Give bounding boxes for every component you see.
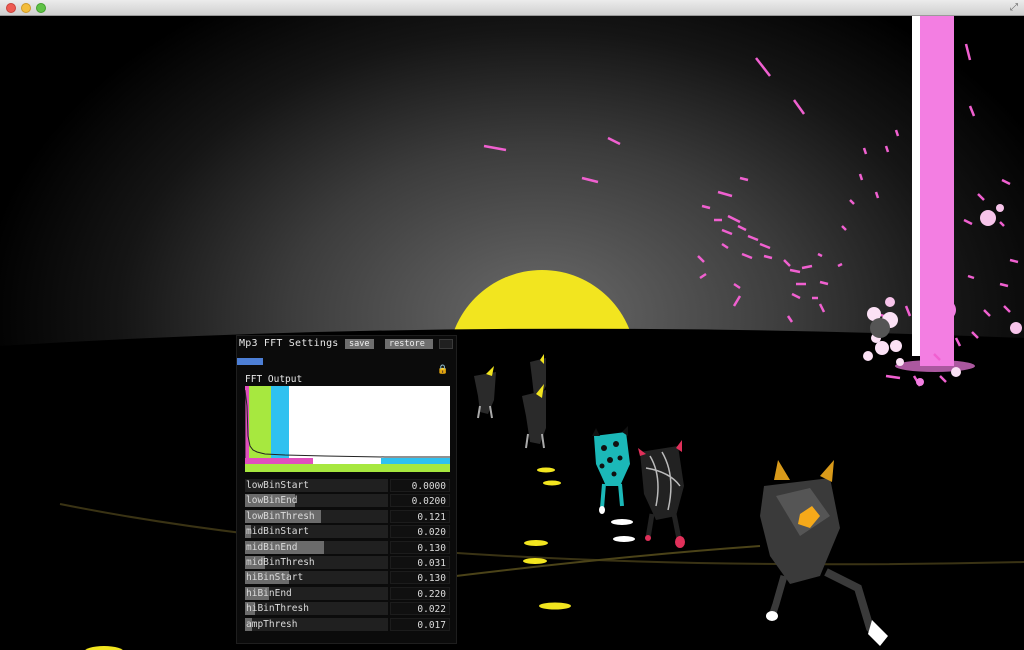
collapse-toggle[interactable] — [237, 358, 263, 365]
ground-plane — [0, 328, 1024, 650]
hi-band-bar — [381, 458, 450, 464]
close-button[interactable] — [6, 3, 16, 13]
slider-value: 0.220 — [417, 588, 446, 600]
fullscreen-icon[interactable]: ⤢ — [1010, 2, 1018, 13]
slider-track[interactable]: lowBinThresh — [245, 509, 388, 523]
slider-track[interactable]: hiBinStart — [245, 571, 388, 585]
beam-base — [895, 360, 975, 372]
slider-value: 0.020 — [417, 527, 446, 539]
slider-value: 0.121 — [417, 511, 446, 523]
fft-output-label: FFT Output — [245, 374, 303, 385]
slider-label: lowBinThresh — [246, 510, 315, 522]
slider-label: lowBinEnd — [246, 495, 298, 507]
slider-midBinEnd[interactable]: midBinEnd 0.130 — [245, 540, 450, 554]
slider-hiBinStart[interactable]: hiBinStart 0.130 — [245, 571, 450, 585]
slider-value-field[interactable]: 0.130 — [390, 540, 450, 554]
zoom-button[interactable] — [36, 3, 46, 13]
low-band-bar — [245, 458, 313, 464]
restore-button[interactable]: restore — [385, 339, 433, 349]
3d-scene-viewport[interactable] — [0, 16, 1024, 650]
slider-label: hiBinStart — [246, 572, 304, 584]
light-beam-core — [912, 16, 920, 356]
slider-track[interactable]: midBinEnd — [245, 540, 388, 554]
slider-value: 0.130 — [417, 573, 446, 585]
slider-value-field[interactable]: 0.220 — [390, 586, 450, 600]
slider-label: midBinEnd — [246, 541, 298, 553]
slider-value-field[interactable]: 0.017 — [390, 617, 450, 631]
fft-output-graph — [245, 386, 450, 472]
slider-lowBinEnd[interactable]: lowBinEnd 0.0200 — [245, 494, 450, 508]
slider-track[interactable]: lowBinEnd — [245, 494, 388, 508]
slider-value-field[interactable]: 0.020 — [390, 525, 450, 539]
slider-lowBinStart[interactable]: lowBinStart 0.0000 — [245, 479, 450, 492]
slider-label: midBinStart — [246, 526, 309, 538]
slider-value-field[interactable]: 0.031 — [390, 556, 450, 569]
slider-value-field[interactable]: 0.121 — [390, 509, 450, 523]
slider-track[interactable]: hiBinEnd — [245, 586, 388, 600]
slider-midBinStart[interactable]: midBinStart 0.020 — [245, 525, 450, 539]
ground-marker-white — [611, 519, 633, 525]
mid-band-bar — [245, 464, 450, 472]
slider-track[interactable]: hiBinThresh — [245, 602, 388, 616]
slider-value-field[interactable]: 0.130 — [390, 571, 450, 585]
slider-track[interactable]: midBinStart — [245, 525, 388, 539]
scene-artwork — [0, 16, 1024, 650]
slider-value: 0.022 — [417, 604, 446, 616]
slider-track[interactable]: lowBinStart — [245, 479, 388, 492]
slider-lowBinThresh[interactable]: lowBinThresh 0.121 — [245, 509, 450, 523]
slider-ampThresh[interactable]: ampThresh 0.017 — [245, 617, 450, 631]
slider-track[interactable]: ampThresh — [245, 617, 388, 631]
slider-midBinThresh[interactable]: midBinThresh 0.031 — [245, 556, 450, 569]
panel-header: Mp3 FFT Settings save restore — [237, 336, 456, 352]
slider-label: midBinThresh — [246, 557, 315, 568]
slider-value-field[interactable]: 0.0200 — [390, 494, 450, 508]
slider-value: 0.031 — [417, 558, 446, 569]
ground-marker-white — [613, 536, 635, 542]
minimize-panel-button[interactable] — [439, 339, 453, 349]
slider-value-field[interactable]: 0.0000 — [390, 479, 450, 492]
slider-hiBinEnd[interactable]: hiBinEnd 0.220 — [245, 586, 450, 600]
panel-title: Mp3 FFT Settings — [239, 338, 339, 349]
slider-label: hiBinEnd — [246, 587, 292, 599]
slider-value-field[interactable]: 0.022 — [390, 602, 450, 616]
lock-icon[interactable]: 🔒 — [437, 365, 448, 375]
slider-track[interactable]: midBinThresh — [245, 556, 388, 569]
slider-label: ampThresh — [246, 618, 298, 630]
minimize-button[interactable] — [21, 3, 31, 13]
window-titlebar: ⤢ — [0, 0, 1024, 16]
slider-label: hiBinThresh — [246, 603, 309, 615]
slider-value: 0.0200 — [411, 496, 446, 508]
slider-hiBinThresh[interactable]: hiBinThresh 0.022 — [245, 602, 450, 616]
fft-settings-panel: Mp3 FFT Settings save restore 🔒 FFT Outp… — [236, 335, 457, 644]
slider-label: lowBinStart — [246, 480, 309, 491]
fft-graph-svg — [245, 386, 450, 472]
slider-value: 0.130 — [417, 542, 446, 554]
mid-band-region — [249, 386, 271, 458]
hi-band-region — [271, 386, 289, 458]
save-button[interactable]: save — [345, 339, 374, 349]
slider-value: 0.0000 — [411, 481, 446, 492]
slider-value: 0.017 — [417, 619, 446, 631]
